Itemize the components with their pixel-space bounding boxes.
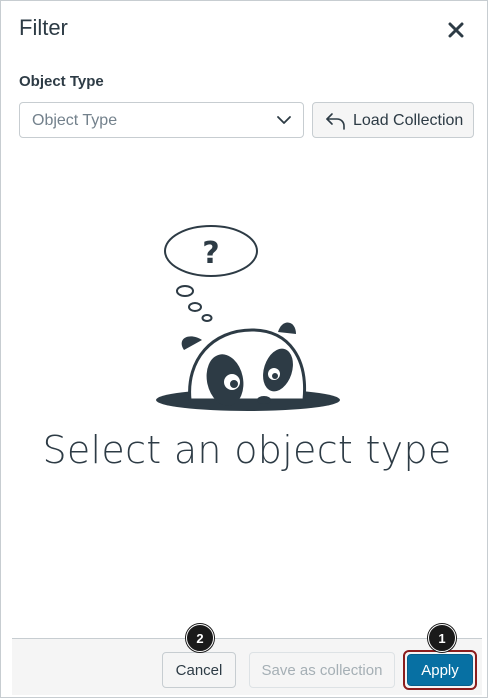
- callout-badge-2: 2: [186, 624, 214, 652]
- undo-arrow-icon: [326, 113, 345, 130]
- cancel-button[interactable]: Cancel: [162, 652, 236, 688]
- question-mark: ?: [202, 236, 219, 271]
- close-icon: [448, 22, 464, 38]
- chevron-down-icon: [277, 116, 291, 124]
- object-type-select[interactable]: Object Type: [19, 102, 304, 138]
- load-collection-label: Load Collection: [353, 112, 464, 129]
- close-button[interactable]: [442, 16, 470, 44]
- dialog-title: Filter: [19, 15, 68, 40]
- object-type-label: Object Type: [19, 73, 104, 90]
- empty-state-message: Select an object type: [42, 428, 452, 472]
- save-as-collection-button[interactable]: Save as collection: [249, 652, 395, 688]
- panda-illustration: ?: [156, 225, 340, 411]
- callout-badge-1: 1: [428, 624, 456, 652]
- load-collection-button[interactable]: Load Collection: [312, 102, 474, 138]
- apply-button[interactable]: Apply: [407, 654, 473, 686]
- object-type-select-value: Object Type: [32, 112, 118, 129]
